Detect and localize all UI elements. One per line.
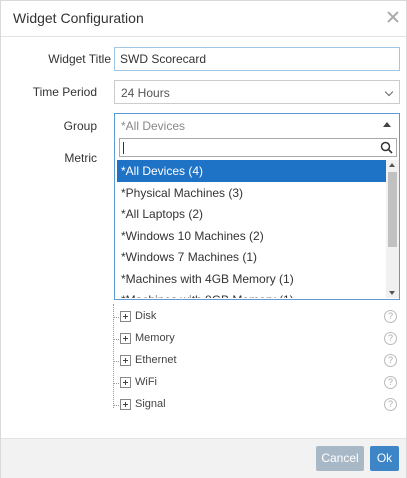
widget-title-input[interactable] [114, 47, 400, 71]
group-option-list: *All Devices (4) *Physical Machines (3) *A… [117, 160, 387, 298]
caret-up-icon [383, 122, 391, 127]
group-search-input[interactable] [119, 138, 397, 157]
help-circle-icon[interactable]: ? [384, 310, 397, 323]
group-option[interactable]: *Windows 7 Machines (1) [117, 246, 387, 268]
group-option[interactable]: *All Laptops (2) [117, 203, 387, 225]
help-circle-icon[interactable]: ? [384, 332, 397, 345]
text-cursor [123, 142, 124, 154]
close-icon[interactable] [386, 10, 400, 24]
group-select[interactable]: *All Devices [114, 113, 400, 137]
group-option[interactable]: *Machines with 4GB Memory (1) [117, 268, 387, 290]
expand-plus-icon[interactable] [120, 377, 131, 388]
expand-plus-icon[interactable] [120, 311, 131, 322]
metric-tree: Disk? Memory? Ethernet? WiFi? Signal? [109, 304, 399, 411]
group-label: Group [63, 119, 97, 133]
search-icon [380, 141, 393, 154]
group-dropdown: *All Devices (4) *Physical Machines (3) *A… [114, 136, 400, 300]
metric-tree-label[interactable]: Ethernet [135, 354, 177, 366]
scrollbar-thumb[interactable] [388, 172, 397, 247]
metric-tree-label[interactable]: Signal [135, 398, 166, 410]
metric-tree-node: Signal? [113, 397, 399, 413]
help-circle-icon[interactable]: ? [384, 398, 397, 411]
time-period-label: Time Period [32, 85, 97, 99]
expand-plus-icon[interactable] [120, 333, 131, 344]
metric-tree-node: Ethernet? [113, 353, 399, 369]
metric-tree-label[interactable]: Disk [135, 310, 156, 322]
metric-tree-node: Disk? [113, 309, 399, 325]
metric-tree-label[interactable]: WiFi [135, 376, 157, 388]
help-circle-icon[interactable]: ? [384, 354, 397, 367]
ok-button[interactable]: Ok [370, 446, 399, 471]
group-option[interactable]: *Windows 10 Machines (2) [117, 225, 387, 247]
dropdown-scrollbar[interactable] [386, 160, 399, 298]
dialog-header: Widget Configuration [1, 1, 406, 37]
group-option[interactable]: *Machines with 8GB Memory (1) [117, 289, 387, 298]
scroll-up-arrow-icon[interactable] [389, 163, 395, 167]
help-circle-icon[interactable]: ? [384, 376, 397, 389]
metric-tree-node: WiFi? [113, 375, 399, 391]
dialog-footer: Cancel Ok [1, 438, 406, 478]
widget-configuration-dialog: Widget Configuration Widget Title Time P… [0, 0, 407, 478]
group-option[interactable]: *Physical Machines (3) [117, 182, 387, 204]
expand-plus-icon[interactable] [120, 399, 131, 410]
chevron-down-icon [384, 87, 394, 97]
metric-tree-label[interactable]: Memory [135, 332, 175, 344]
metric-tree-node: Memory? [113, 331, 399, 347]
time-period-value: 24 Hours [121, 86, 170, 100]
scroll-down-arrow-icon[interactable] [389, 291, 395, 295]
group-value: *All Devices [121, 119, 186, 133]
cancel-button[interactable]: Cancel [316, 446, 364, 471]
metric-label: Metric [64, 151, 97, 165]
group-option[interactable]: *All Devices (4) [117, 160, 387, 182]
time-period-select[interactable]: 24 Hours [114, 80, 400, 104]
dialog-title: Widget Configuration [13, 10, 144, 26]
expand-plus-icon[interactable] [120, 355, 131, 366]
widget-title-label: Widget Title [48, 52, 111, 66]
